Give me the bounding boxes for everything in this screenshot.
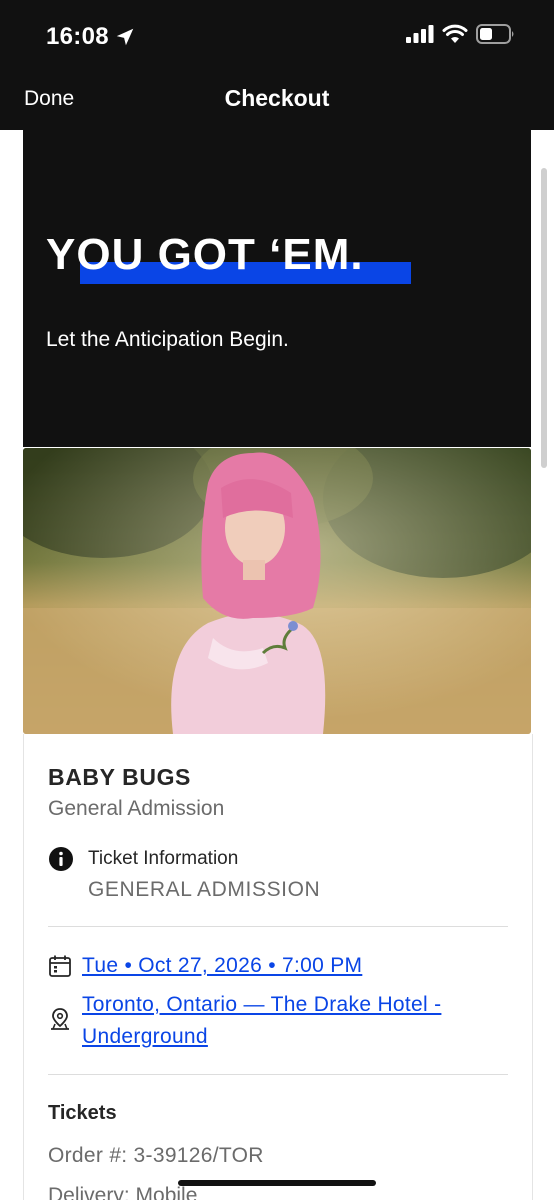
ticket-info-value: GENERAL ADMISSION xyxy=(88,878,321,901)
status-indicators xyxy=(406,24,516,44)
divider xyxy=(48,1074,508,1075)
signal-icon xyxy=(406,25,434,43)
event-tier: General Admission xyxy=(48,797,225,820)
info-icon xyxy=(49,847,73,871)
location-arrow-icon xyxy=(116,28,134,46)
hero-headline: YOU GOT ‘EM. xyxy=(46,230,364,279)
status-time: 16:08 xyxy=(46,23,109,50)
battery-icon xyxy=(476,24,514,44)
event-venue-link[interactable]: Toronto, Ontario — The Drake Hotel - Und… xyxy=(82,989,512,1053)
tickets-section-title: Tickets xyxy=(48,1102,117,1124)
delivery-method: Delivery: Mobile xyxy=(48,1184,198,1200)
ticket-info-label: Ticket Information xyxy=(88,848,239,869)
page-title: Checkout xyxy=(224,85,330,111)
status-bar: 16:08 xyxy=(0,0,554,70)
divider xyxy=(48,926,508,927)
checkout-content[interactable]: YOU GOT ‘EM. Let the Anticipation Begin. xyxy=(0,130,554,1200)
wifi-icon xyxy=(442,24,468,43)
event-details-card: BABY BUGS General Admission Ticket Infor… xyxy=(23,734,533,1200)
event-name: BABY BUGS xyxy=(48,764,191,790)
map-pin-icon xyxy=(51,1008,69,1030)
calendar-icon xyxy=(49,955,71,977)
confirmation-hero: YOU GOT ‘EM. Let the Anticipation Begin. xyxy=(23,130,531,447)
order-number: Order #: 3-39126/TOR xyxy=(48,1144,264,1167)
home-indicator[interactable] xyxy=(178,1180,376,1186)
event-image xyxy=(23,448,531,734)
event-date-link[interactable]: Tue • Oct 27, 2026 • 7:00 PM xyxy=(82,954,362,978)
hero-subtitle: Let the Anticipation Begin. xyxy=(46,328,289,351)
navigation-bar: Done Checkout xyxy=(0,70,554,130)
scrollbar[interactable] xyxy=(541,168,547,468)
